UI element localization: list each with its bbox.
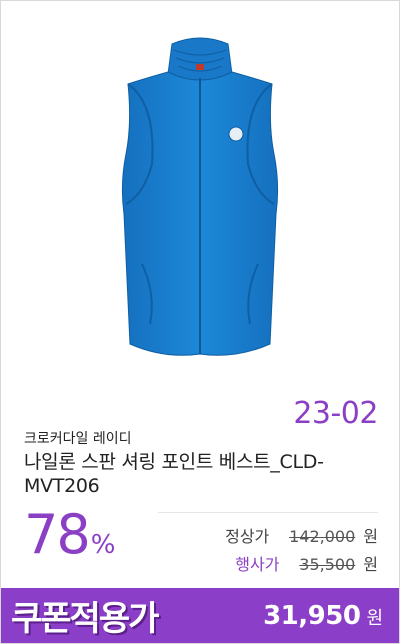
event-price-value: 35,500 <box>299 555 356 574</box>
coupon-price-bar: 쿠폰적용가 31,950 원 <box>1 588 399 643</box>
normal-price-value: 142,000 <box>289 527 356 546</box>
discount-rate: 78% <box>24 500 115 580</box>
product-title[interactable]: 나일론 스판 셔링 포인트 베스트_CLD-MVT206 <box>24 450 384 498</box>
coupon-label: 쿠폰적용가 <box>11 599 159 639</box>
product-image[interactable] <box>60 14 340 364</box>
normal-price-label: 정상가 <box>225 527 270 546</box>
coupon-price-currency: 원 <box>366 607 383 629</box>
divider <box>158 512 378 513</box>
discount-value: 78 <box>24 503 91 566</box>
event-price-currency: 원 <box>363 555 378 574</box>
coupon-price: 31,950 원 <box>263 601 383 631</box>
normal-price-row: 정상가 142,000 원 <box>225 523 378 547</box>
normal-price-currency: 원 <box>363 527 378 546</box>
coupon-price-value: 31,950 <box>263 600 361 631</box>
event-price-row: 행사가 35,500 원 <box>235 551 378 575</box>
event-price-label: 행사가 <box>235 555 280 574</box>
percent-sign: % <box>90 530 116 560</box>
brand-name: 크로커다일 레이디 <box>24 431 132 447</box>
product-code: 23-02 <box>293 396 378 431</box>
